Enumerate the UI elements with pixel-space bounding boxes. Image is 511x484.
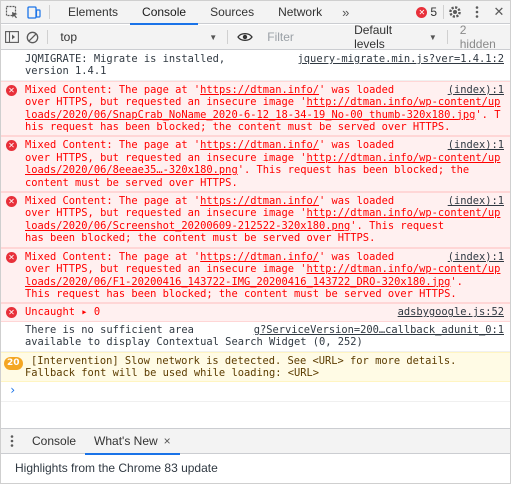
error-icon: ✕ <box>416 6 428 18</box>
message-text: Mixed Content: The page at ' <box>25 250 201 263</box>
console-error-message: ✕ Mixed Content: The page at 'https://dtm… <box>1 192 510 248</box>
message-source-link[interactable]: (index):1 <box>447 139 504 152</box>
close-tab-icon[interactable]: × <box>164 434 171 448</box>
console-error-message: ✕ Mixed Content: The page at 'https://dtm… <box>1 136 510 193</box>
message-text[interactable]: Uncaught ▸ 0 <box>25 306 100 318</box>
devtools-tabbar: Elements Console Sources Network » ✕ 5 ✕ <box>1 1 510 25</box>
message-source-link[interactable]: (index):1 <box>447 250 504 264</box>
message-source-link[interactable]: adsbygoogle.js:52 <box>397 306 504 319</box>
message-link[interactable]: https://dtman.info/ <box>200 84 319 96</box>
console-error-message: ✕ Mixed Content: The page at 'https://dtm… <box>1 80 510 137</box>
drawer-tabbar: Console What's New × <box>1 428 510 455</box>
devtools-window: Elements Console Sources Network » ✕ 5 ✕… <box>0 0 511 484</box>
console-log-message: JQMIGRATE: Migrate is installed, version… <box>1 51 510 81</box>
log-levels-label: Default levels <box>354 23 393 51</box>
error-icon: ✕ <box>6 251 17 263</box>
message-text: Mixed Content: The page at ' <box>25 195 201 208</box>
console-messages: JQMIGRATE: Migrate is installed, version… <box>1 51 510 423</box>
drawer-tab-whats-new[interactable]: What's New × <box>85 429 180 455</box>
context-selector[interactable]: top ▼ <box>54 30 223 44</box>
error-icon: ✕ <box>6 196 17 208</box>
toolbar-divider <box>227 30 229 44</box>
error-icon: ✕ <box>6 307 17 319</box>
show-sidebar-icon[interactable] <box>1 26 22 48</box>
message-link[interactable]: https://dtman.info/ <box>200 251 319 263</box>
error-icon: ✕ <box>6 84 17 96</box>
close-devtools-icon[interactable]: ✕ <box>488 1 510 23</box>
toolbar-divider <box>47 30 49 44</box>
drawer-tab-whats-new-label: What's New <box>94 434 158 448</box>
settings-gear-icon[interactable] <box>444 1 466 23</box>
message-source-link[interactable]: (index):1 <box>447 195 504 208</box>
message-text: Mixed Content: The page at ' <box>25 139 201 152</box>
message-link[interactable]: https://dtman.info/ <box>200 139 319 151</box>
message-source-link[interactable]: jquery-migrate.min.js?ver=1.4.1:2 <box>298 53 504 65</box>
tab-console[interactable]: Console <box>130 1 199 25</box>
message-text: [Intervention] Slow network is detected.… <box>25 354 457 379</box>
tab-network[interactable]: Network <box>266 1 334 24</box>
drawer-menu-icon[interactable] <box>1 430 23 452</box>
error-icon: ✕ <box>6 140 17 152</box>
dropdown-arrow-icon: ▼ <box>428 32 437 42</box>
error-count: 5 <box>430 5 437 19</box>
console-warning-message: 20 [Intervention] Slow network is detecte… <box>1 351 510 383</box>
error-counter[interactable]: ✕ 5 <box>410 1 443 24</box>
message-link[interactable]: https://dtman.info/ <box>200 195 319 207</box>
tab-sources[interactable]: Sources <box>198 1 266 24</box>
inspect-element-icon[interactable] <box>1 1 23 23</box>
warning-repeat-badge[interactable]: 20 <box>4 356 23 370</box>
context-label: top <box>60 30 77 44</box>
console-error-message: ✕ Uncaught ▸ 0 adsbygoogle.js:52 <box>1 303 510 322</box>
message-source-link[interactable]: (index):1 <box>447 83 504 97</box>
drawer-tab-console[interactable]: Console <box>23 429 85 454</box>
console-log-message: There is no sufficient area available to… <box>1 322 510 352</box>
toolbar-divider <box>49 5 50 19</box>
log-levels-dropdown[interactable]: Default levels ▼ <box>348 23 443 51</box>
dropdown-arrow-icon: ▼ <box>209 32 218 42</box>
message-text: Mixed Content: The page at ' <box>25 83 201 96</box>
toolbar-divider <box>446 30 448 44</box>
hidden-count: 2 hidden <box>459 23 496 51</box>
console-error-message: ✕ Mixed Content: The page at 'https://dtm… <box>1 247 510 304</box>
console-prompt[interactable]: › <box>1 382 510 403</box>
clear-console-icon[interactable] <box>22 26 43 48</box>
device-toolbar-icon[interactable] <box>23 1 45 23</box>
message-source-link[interactable]: g?ServiceVersion=200…callback_adunit_0:1 <box>254 324 504 336</box>
tab-elements[interactable]: Elements <box>56 1 130 24</box>
whats-new-highlights: Highlights from the Chrome 83 update <box>15 461 218 475</box>
more-tabs-button[interactable]: » <box>334 1 357 24</box>
console-toolbar: top ▼ Filter Default levels ▼ 2 hidden <box>1 23 510 51</box>
prompt-chevron-icon: › <box>9 383 17 398</box>
more-options-icon[interactable] <box>466 1 488 23</box>
message-text: JQMIGRATE: Migrate is installed, version… <box>25 53 226 78</box>
filter-input[interactable]: Filter <box>255 25 348 50</box>
live-expression-eye-icon[interactable] <box>234 26 255 48</box>
